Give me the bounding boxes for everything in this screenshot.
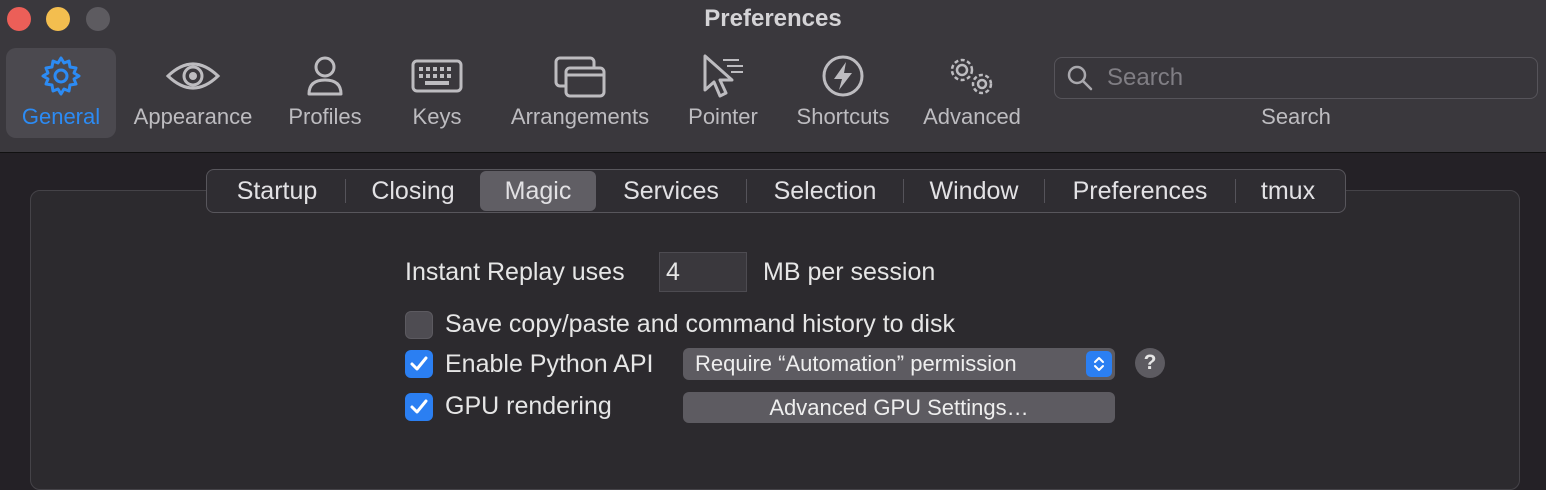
toolbar-item-general[interactable]: General (6, 48, 116, 138)
toolbar-label: Shortcuts (796, 104, 890, 129)
gear-icon (39, 48, 83, 104)
lightning-icon (821, 48, 865, 104)
magic-panel (30, 190, 1520, 490)
save-history-label: Save copy/paste and command history to d… (445, 310, 955, 338)
tab-services[interactable]: Services (596, 171, 746, 211)
tab-startup[interactable]: Startup (209, 171, 345, 211)
toolbar-item-appearance[interactable]: Appearance (128, 48, 258, 138)
keyboard-icon (411, 48, 463, 104)
tab-tmux[interactable]: tmux (1236, 171, 1340, 211)
tab-magic[interactable]: Magic (480, 171, 596, 211)
person-icon (305, 48, 345, 104)
tab-preferences[interactable]: Preferences (1045, 171, 1235, 211)
popup-selected-value: Require “Automation” permission (695, 351, 1017, 376)
toolbar-item-shortcuts[interactable]: Shortcuts (790, 48, 896, 138)
windows-icon (554, 48, 606, 104)
search-icon (1067, 65, 1093, 91)
toolbar-label: Advanced (923, 104, 1021, 129)
toolbar: Preferences General Appearance Profiles … (0, 0, 1546, 153)
updown-chevron-icon (1086, 351, 1112, 377)
checkmark-icon (410, 356, 428, 371)
python-api-checkbox[interactable] (405, 350, 433, 378)
instant-replay-field[interactable] (659, 252, 747, 292)
search-field[interactable] (1054, 57, 1538, 99)
pointer-icon (699, 48, 747, 104)
toolbar-label: Appearance (133, 104, 253, 129)
toolbar-item-pointer[interactable]: Pointer (680, 48, 766, 138)
tab-window[interactable]: Window (904, 171, 1044, 211)
toolbar-label: Arrangements (510, 104, 650, 129)
search-label: Search (1261, 104, 1331, 129)
toolbar-item-profiles[interactable]: Profiles (278, 48, 372, 138)
gpu-rendering-label: GPU rendering (445, 392, 612, 420)
tab-closing[interactable]: Closing (346, 171, 480, 211)
gears-icon (944, 48, 1000, 104)
eye-icon (165, 48, 221, 104)
tab-bar: Startup Closing Magic Services Selection… (206, 169, 1346, 213)
toolbar-item-advanced[interactable]: Advanced (918, 48, 1026, 138)
help-button[interactable]: ? (1135, 348, 1165, 378)
toolbar-label: Pointer (688, 104, 758, 129)
save-history-checkbox[interactable] (405, 311, 433, 339)
window-title: Preferences (704, 5, 842, 32)
instant-replay-unit: MB per session (763, 258, 936, 286)
tab-selection[interactable]: Selection (747, 171, 903, 211)
toolbar-label: Profiles (288, 104, 362, 129)
checkmark-icon (410, 399, 428, 414)
instant-replay-label: Instant Replay uses (405, 258, 625, 286)
python-api-label: Enable Python API (445, 350, 654, 378)
toolbar-item-keys[interactable]: Keys (398, 48, 476, 138)
search-input[interactable] (1105, 63, 1509, 93)
toolbar-item-arrangements[interactable]: Arrangements (504, 48, 656, 138)
advanced-gpu-settings-button[interactable]: Advanced GPU Settings… (683, 392, 1115, 423)
toolbar-label: General (21, 104, 101, 129)
automation-permission-popup[interactable]: Require “Automation” permission (683, 348, 1115, 380)
gpu-rendering-checkbox[interactable] (405, 393, 433, 421)
toolbar-label: Keys (412, 104, 462, 129)
